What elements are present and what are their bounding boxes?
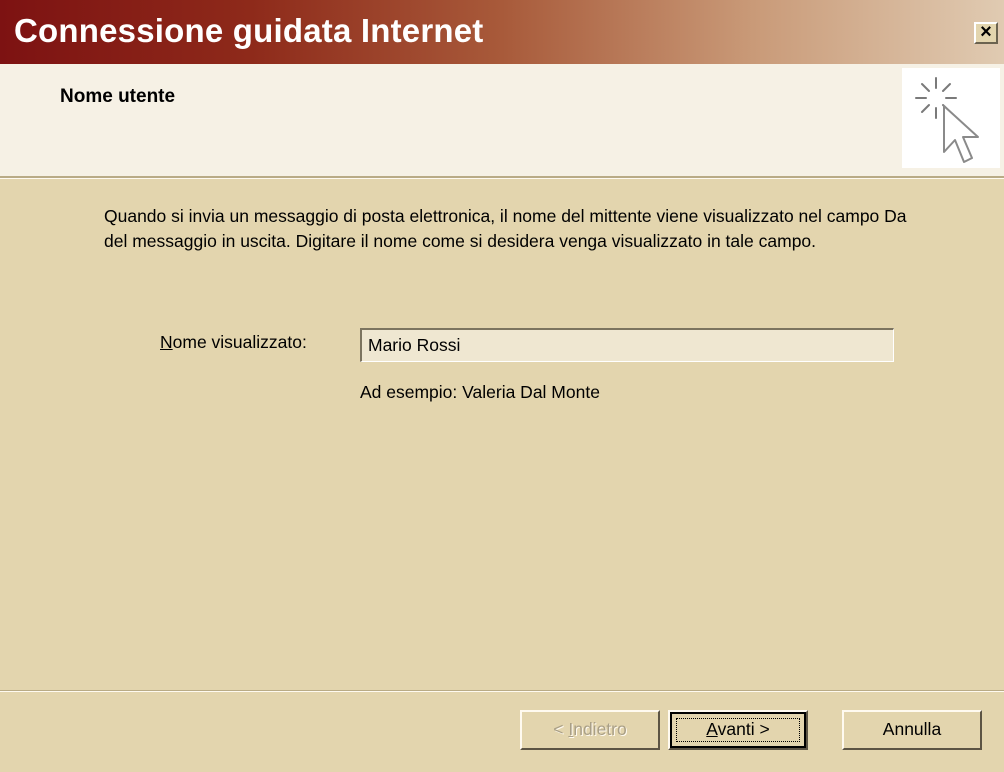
title-bar[interactable]: Connessione guidata Internet ×	[0, 0, 1004, 64]
close-button[interactable]: ×	[974, 22, 998, 44]
next-button-accel: A	[706, 719, 718, 739]
next-button[interactable]: Avanti >	[668, 710, 808, 750]
description-text: Quando si invia un messaggio di posta el…	[104, 206, 907, 251]
close-icon: ×	[980, 21, 992, 43]
display-name-label-accel: N	[160, 332, 173, 352]
display-name-label: Nome visualizzato:	[160, 332, 307, 353]
back-button[interactable]: < Indietro	[520, 710, 660, 750]
footer-separator	[0, 690, 1004, 692]
window-title: Connessione guidata Internet	[14, 12, 484, 49]
back-button-prefix: <	[553, 719, 569, 739]
wizard-window: Connessione guidata Internet × Nome uten…	[0, 0, 1004, 772]
wizard-header: Nome utente	[0, 64, 1004, 176]
next-button-text: vanti >	[717, 719, 770, 739]
page-title: Nome utente	[60, 86, 176, 107]
header-separator	[0, 176, 1004, 179]
display-name-label-text: ome visualizzato:	[172, 332, 307, 352]
display-name-input[interactable]	[360, 328, 894, 362]
back-button-text: ndietro	[573, 719, 627, 739]
wizard-cursor-icon	[902, 68, 1000, 168]
cancel-button[interactable]: Annulla	[842, 710, 982, 750]
example-hint: Ad esempio: Valeria Dal Monte	[360, 382, 600, 402]
